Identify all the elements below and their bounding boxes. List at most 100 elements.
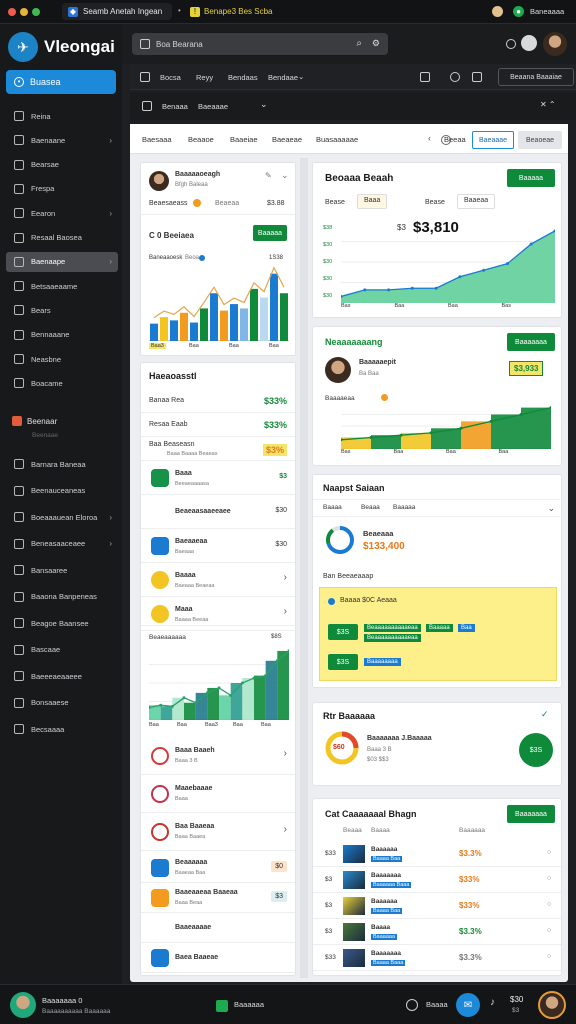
chevron-left-icon[interactable]: ‹ (428, 133, 431, 143)
list-item[interactable]: Maaa Baaaa Beeaa › (141, 597, 295, 631)
chevron-right-icon[interactable]: › (109, 209, 112, 218)
circle-icon[interactable]: ○ (547, 849, 551, 856)
chevron-right-icon[interactable]: › (284, 572, 287, 583)
sidebar-item-items-12[interactable]: Boacame (6, 373, 118, 393)
maximize-window-button[interactable] (32, 8, 40, 16)
sidebar-section-header[interactable]: Beenaar (12, 416, 57, 426)
chevron-down-icon[interactable]: ⌄ (281, 170, 289, 181)
table-row[interactable]: $3 Baaaaaaa Baaaaaa Baaa $33% ○ (313, 867, 561, 893)
circle-icon[interactable]: ○ (547, 901, 551, 908)
card-action-button[interactable]: Baaaaa (253, 225, 287, 241)
sidebar-item-items-1[interactable]: Reina (6, 106, 118, 126)
report-tab-1[interactable]: Baaaa (323, 504, 342, 511)
circle-icon[interactable]: ○ (547, 927, 551, 934)
table-row[interactable]: $33 Baaaaaa Baaaa Baa $3.3% ○ (313, 841, 561, 867)
profile-label[interactable]: Baneaaaa (530, 7, 564, 16)
toolbar1-item-4[interactable]: Bendaae (268, 73, 298, 82)
chevron-right-icon[interactable]: › (109, 513, 112, 522)
music-icon[interactable]: ♪ (490, 997, 495, 1008)
tab-active-button[interactable]: Baeaaae (472, 131, 514, 149)
circle-icon[interactable]: ○ (547, 953, 551, 960)
sidebar-item-items-9[interactable]: Bears (6, 300, 118, 320)
toolbar2-item-2[interactable]: Baeaaae (198, 102, 228, 111)
sidebar-item-items-11[interactable]: Neasbne (6, 349, 118, 369)
app-status-icon[interactable] (216, 1000, 228, 1012)
chevron-right-icon[interactable]: › (284, 748, 287, 759)
search-bar[interactable]: Boa Bearana ⌕ ⚙ (132, 33, 388, 55)
sidebar-item-items-5[interactable]: Eearon › (6, 203, 118, 223)
list-item[interactable]: Baa Baaeaa Baaa Baaea › (141, 813, 295, 851)
export-icon[interactable] (420, 72, 430, 82)
toolbar1-item-1[interactable]: Bocsa (160, 73, 181, 82)
chevron-right-icon[interactable]: › (109, 257, 112, 266)
table-row[interactable]: $3 Baaaaaa Baaaa Baa $33% ○ (313, 893, 561, 919)
view-selector-button[interactable]: Beaana Baaaiae (498, 68, 574, 86)
profile-icon[interactable] (492, 6, 503, 17)
sidebar-item-items-3[interactable]: Bearsae (6, 155, 118, 175)
sidebar-item-items2-9[interactable]: Baeeeaeaaeee (6, 666, 118, 686)
check-icon[interactable]: ✓ (541, 709, 549, 720)
list-item[interactable]: Baaa Baaeh Baaa 3 B › (141, 737, 295, 775)
toolbar2-item-1[interactable]: Benaaa (162, 102, 188, 111)
sidebar-item-items2-6[interactable]: Baaona Banpeneas (6, 587, 118, 607)
chevron-down-icon[interactable]: ⌄ (547, 503, 555, 514)
primary-nav-button[interactable]: • Buasea (6, 70, 116, 94)
refresh-icon[interactable] (450, 72, 460, 82)
pencil-icon[interactable]: ✎ (265, 171, 272, 180)
list-item[interactable]: Baaeaaeaa Baaeaa Baaa Beaa $3 (141, 883, 295, 913)
report-tab-3[interactable]: Baaaaa (393, 504, 415, 511)
close-window-button[interactable] (8, 8, 16, 16)
sidebar-item-items2-8[interactable]: Bascaae (6, 640, 118, 660)
sidebar-item-items2-1[interactable]: Barnara Baneaa (6, 454, 118, 474)
tabs-right-text[interactable]: Beeaa (444, 135, 466, 144)
sidebar-item-items2-5[interactable]: Bansaaree (6, 560, 118, 580)
marketing-action-button[interactable]: Baaaaaaa (507, 333, 555, 351)
list-item[interactable]: Baaa Beeaeaaaasa $3 (141, 461, 295, 495)
content-tab-5[interactable]: Buasaaaaae (316, 135, 358, 144)
content-tab-3[interactable]: Baaeiae (230, 135, 258, 144)
minimize-window-button[interactable] (20, 8, 28, 16)
chevron-right-icon[interactable]: › (284, 824, 287, 835)
chevron-right-icon[interactable]: › (284, 606, 287, 617)
sidebar-item-items2-11[interactable]: Becsaaaa (6, 719, 118, 739)
status-circle-button[interactable]: $3S (519, 733, 553, 767)
sidebar-item-items2-4[interactable]: Beneasaaceaee › (6, 534, 118, 554)
sidebar-item-items2-2[interactable]: Beenauceaneas (6, 481, 118, 501)
user-avatar[interactable] (543, 32, 567, 56)
tab-secondary-button[interactable]: Beaoeae (518, 131, 562, 149)
content-tab-1[interactable]: Baesaaa (142, 135, 172, 144)
browser-tab-active[interactable]: ◆ Seamb Anetah Ingean (62, 3, 172, 20)
alert-value-1[interactable]: $3S (328, 624, 358, 640)
list-item[interactable]: Maaebaaae Baaa (141, 775, 295, 813)
metric-row[interactable]: Baa Beaseasn Baaa Baaaa Beaeas $3% (141, 437, 295, 461)
list-item[interactable]: Baeaaeaa Baeaaa $30 (141, 529, 295, 563)
sidebar-item-items-8[interactable]: Betsaaeaame (6, 276, 118, 296)
alert-value-2[interactable]: $3S (328, 654, 358, 670)
bottom-user-avatar[interactable] (10, 992, 36, 1018)
help-icon[interactable] (506, 39, 516, 49)
metric-row[interactable]: Resaa Eaab $33% (141, 413, 295, 437)
sidebar-item-items-2[interactable]: Baenaane › (6, 130, 118, 150)
bottom-right-label[interactable]: Baaaa (426, 1000, 448, 1009)
app-logo[interactable]: ✈ Vleongai (8, 32, 115, 62)
table-row[interactable]: $3 Baaaa Baaaaaa $3.3% ○ (313, 919, 561, 945)
sales-tag-1[interactable]: Baaa (357, 194, 388, 209)
collapse-icon[interactable]: ✕ ⌃ (540, 100, 556, 109)
sidebar-item-items-10[interactable]: Bennaaane (6, 325, 118, 345)
chevron-down-icon[interactable]: ⌄ (298, 72, 304, 81)
sync-icon[interactable] (406, 999, 418, 1011)
chat-icon[interactable]: ✉ (456, 993, 480, 1017)
metric-row[interactable]: Banaa Rea $33% (141, 389, 295, 413)
toolbar1-item-2[interactable]: Reyy (196, 73, 213, 82)
table-row[interactable]: $33 Baaaaaaa Baaaa Baaa $3.3% ○ (313, 945, 561, 971)
sales-action-button[interactable]: Baaaaa (507, 169, 555, 187)
list-item[interactable]: Beaeaasaaeeaee $30 (141, 495, 295, 529)
grid-view-icon[interactable] (472, 72, 482, 82)
filter-icon[interactable] (140, 72, 150, 82)
circle-icon[interactable]: ○ (547, 875, 551, 882)
content-tab-4[interactable]: Baeaeae (272, 135, 302, 144)
campaign-action-button[interactable]: Baaaaaaa (507, 805, 555, 823)
browser-tab-second[interactable]: ! Benape3 Bes Scba (190, 3, 282, 20)
sidebar-item-items-7[interactable]: Baenaape › (6, 251, 118, 272)
sidebar-item-items2-10[interactable]: Bonsaaese (6, 693, 118, 713)
